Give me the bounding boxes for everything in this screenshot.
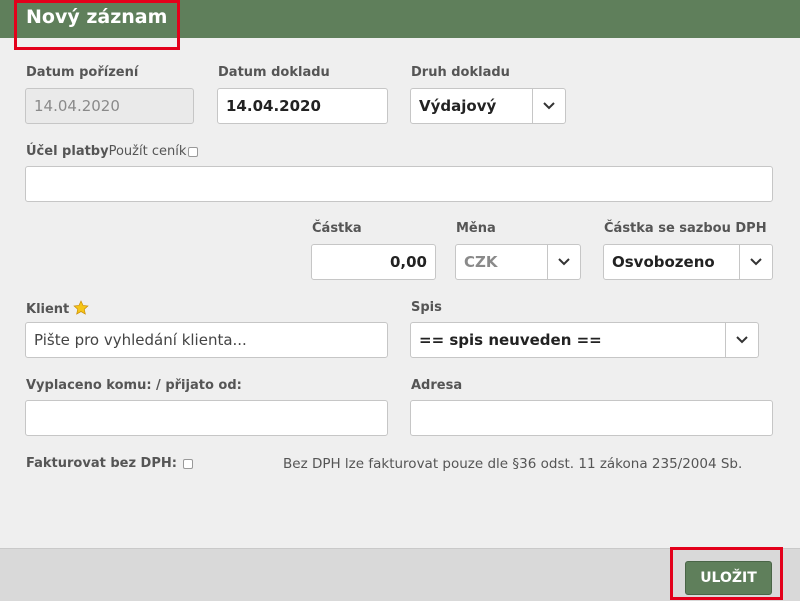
chevron-down-icon[interactable] [725, 323, 758, 357]
fakturovat-checkbox[interactable] [183, 458, 194, 469]
mena-label: Měna [456, 221, 496, 236]
star-icon [73, 300, 89, 315]
klient-label-group: Klient [26, 300, 89, 317]
ucel-platby-field[interactable] [25, 166, 773, 202]
chevron-down-icon[interactable] [547, 245, 580, 279]
mena-select[interactable]: CZK [455, 244, 581, 280]
vyplaceno-label: Vyplaceno komu: / přijato od: [26, 378, 242, 393]
vyplaceno-field[interactable] [25, 400, 388, 436]
title-highlight-box [14, 0, 180, 50]
klient-label: Klient [26, 302, 70, 317]
datum-porizeni-field: 14.04.2020 [25, 88, 194, 124]
datum-porizeni-label: Datum pořízení [26, 65, 139, 80]
pouzit-cenik-checkbox[interactable] [188, 146, 199, 157]
chevron-down-icon[interactable] [739, 245, 772, 279]
castka-dph-select[interactable]: Osvobozeno [603, 244, 773, 280]
castka-dph-label: Částka se sazbou DPH [604, 221, 767, 236]
adresa-field[interactable] [410, 400, 773, 436]
datum-dokladu-field[interactable]: 14.04.2020 [217, 88, 388, 124]
castka-label: Částka [312, 221, 362, 236]
druh-dokladu-select[interactable]: Výdajový [410, 88, 566, 124]
adresa-label: Adresa [411, 378, 463, 393]
spis-label: Spis [411, 300, 442, 315]
pouzit-cenik-label: Použít ceník [108, 144, 187, 159]
save-highlight-box [670, 547, 783, 600]
castka-dph-value: Osvobozeno [612, 253, 715, 271]
ucel-platby-label: Účel platby [26, 144, 109, 159]
spis-select[interactable]: == spis neuveden == [410, 322, 759, 358]
druh-dokladu-value: Výdajový [419, 97, 497, 115]
spis-value: == spis neuveden == [419, 331, 602, 349]
fakturovat-note: Bez DPH lze fakturovat pouze dle §36 ods… [283, 456, 743, 472]
fakturovat-label: Fakturovat bez DPH: [26, 456, 177, 471]
datum-dokladu-label: Datum dokladu [218, 65, 330, 80]
ucel-platby-label-group: Účel platbyPoužít ceník [26, 144, 199, 159]
druh-dokladu-label: Druh dokladu [411, 65, 510, 80]
fakturovat-label-group: Fakturovat bez DPH: [26, 456, 194, 471]
chevron-down-icon[interactable] [532, 89, 565, 123]
klient-search-input[interactable]: Pište pro vyhledání klienta... [25, 322, 388, 358]
mena-value: CZK [464, 253, 498, 271]
castka-field[interactable]: 0,00 [311, 244, 436, 280]
